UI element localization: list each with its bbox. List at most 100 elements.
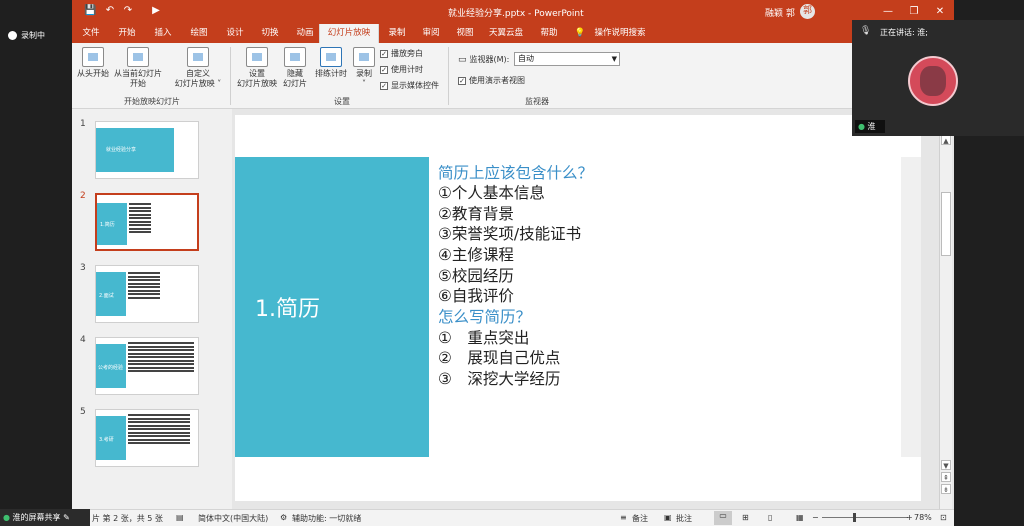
- record-slide-icon: [353, 47, 375, 67]
- tab-review[interactable]: 审阅: [416, 24, 446, 43]
- next-slide-icon[interactable]: ⇟: [941, 484, 951, 494]
- spellcheck-icon[interactable]: ▤: [176, 513, 184, 522]
- document-title: 就业经验分享.pptx - PowerPoint: [448, 9, 584, 19]
- slideshow-view-icon[interactable]: ▦: [796, 513, 804, 522]
- tab-home[interactable]: 开始: [112, 24, 142, 43]
- lightbulb-icon[interactable]: 💡: [572, 24, 588, 43]
- list-item[interactable]: ② 展现自己优点: [438, 348, 560, 369]
- tab-record[interactable]: 录制: [382, 24, 412, 43]
- fit-slide-icon[interactable]: ⊡: [940, 513, 947, 522]
- screen-share-bar[interactable]: ● 淮的屏幕共享 ✎: [0, 509, 90, 526]
- ribbon: 从头开始 从当前幻灯片 开始 自定义 幻灯片放映 ˅ 开始放映幻灯片 设置 幻灯…: [72, 43, 954, 109]
- restore-button[interactable]: ❐: [904, 4, 924, 19]
- slide-thumbnail-1[interactable]: 就业经验分享: [95, 121, 199, 179]
- tab-search[interactable]: 操作说明搜索: [590, 24, 650, 43]
- scroll-up-icon[interactable]: ▲: [941, 135, 951, 145]
- checkbox-checked-icon: ✓: [458, 76, 466, 85]
- from-beginning-button[interactable]: 从头开始: [76, 47, 110, 79]
- list-item[interactable]: ① 重点突出: [438, 328, 529, 349]
- tab-cloud[interactable]: 天翼云盘: [484, 24, 528, 43]
- list-item[interactable]: ⑤校园经历: [438, 266, 514, 287]
- from-current-label-1: 从当前幻灯片: [114, 69, 162, 78]
- zoom-level[interactable]: 78%: [914, 513, 932, 522]
- hide-slide-button[interactable]: 隐藏 幻灯片: [280, 47, 310, 89]
- vertical-scrollbar[interactable]: ▲ ▼ ⇞ ⇟: [939, 134, 952, 509]
- tab-slideshow[interactable]: 幻灯片放映: [319, 24, 379, 43]
- microphone-icon: ●: [3, 513, 10, 522]
- previous-slide-icon[interactable]: ⇞: [941, 472, 951, 482]
- checkbox-checked-icon: ✓: [380, 65, 388, 74]
- from-current-button[interactable]: 从当前幻灯片 开始: [112, 47, 164, 89]
- list-item[interactable]: ②教育背景: [438, 204, 514, 225]
- presenter-view-checkbox[interactable]: ✓ 使用演示者视图: [458, 75, 525, 86]
- pen-icon[interactable]: ✎: [63, 513, 70, 522]
- notes-button[interactable]: 备注: [632, 513, 648, 524]
- close-button[interactable]: ✕: [930, 4, 950, 19]
- scrollbar-thumb[interactable]: [941, 192, 951, 256]
- zoom-in-icon[interactable]: +: [906, 513, 913, 522]
- slide-sorter-icon[interactable]: ⊞: [742, 513, 749, 522]
- slide-thumbnail-4[interactable]: 公考的经验: [95, 337, 199, 395]
- slide-thumbnail-3[interactable]: 2.面试: [95, 265, 199, 323]
- question-1[interactable]: 简历上应该包含什么？: [438, 163, 593, 184]
- rehearse-button[interactable]: 排练计时: [312, 47, 350, 79]
- slide-thumbnail-2[interactable]: 1.简历: [95, 193, 199, 251]
- minimize-button[interactable]: —: [878, 4, 898, 19]
- thumb-number: 1: [80, 119, 86, 129]
- user-name: 融颖 郭: [765, 9, 795, 19]
- record-button[interactable]: 录制 ˅: [350, 47, 378, 89]
- zoom-slider-knob[interactable]: [853, 513, 856, 522]
- redo-icon[interactable]: ↷: [122, 5, 134, 17]
- setup-icon: [246, 47, 268, 67]
- present-icon[interactable]: ▶: [150, 5, 162, 17]
- recording-badge[interactable]: 录制中: [8, 29, 56, 42]
- question-2[interactable]: 怎么写简历？: [438, 307, 531, 328]
- scroll-down-icon[interactable]: ▼: [941, 460, 951, 470]
- tab-help[interactable]: 帮助: [534, 24, 564, 43]
- thumb-title: 2.面试: [99, 293, 114, 299]
- zoom-out-icon[interactable]: −: [812, 513, 819, 522]
- list-item[interactable]: ③ 深挖大学经历: [438, 369, 560, 390]
- tab-file[interactable]: 文件: [76, 24, 106, 43]
- record-icon: [8, 31, 17, 40]
- monitor-label-row: ▭ 监视器(M):: [458, 54, 509, 65]
- tab-transitions[interactable]: 切换: [255, 24, 285, 43]
- list-item[interactable]: ①个人基本信息: [438, 183, 545, 204]
- chevron-down-icon: ▼: [611, 55, 617, 63]
- tab-draw[interactable]: 绘图: [184, 24, 214, 43]
- slide-editor: 1.简历 简历上应该包含什么？ ①个人基本信息 ②教育背景 ③荣誉奖项/技能证书…: [232, 109, 954, 509]
- tab-animations[interactable]: 动画: [290, 24, 320, 43]
- current-slide[interactable]: 1.简历 简历上应该包含什么？ ①个人基本信息 ②教育背景 ③荣誉奖项/技能证书…: [235, 115, 921, 501]
- zoom-slider[interactable]: [822, 517, 908, 518]
- use-timings-checkbox[interactable]: ✓ 使用计时: [380, 64, 423, 75]
- slide-thumbnail-5[interactable]: 3.考研: [95, 409, 199, 467]
- accessibility-status[interactable]: 辅助功能: 一切就绪: [292, 513, 361, 524]
- play-narration-checkbox[interactable]: ✓ 播放旁白: [380, 48, 423, 59]
- list-item[interactable]: ③荣誉奖项/技能证书: [438, 224, 581, 245]
- accessibility-icon: ⚙: [280, 513, 288, 522]
- setup-show-button[interactable]: 设置 幻灯片放映: [234, 47, 280, 89]
- group-setup-label: 设置: [334, 97, 350, 106]
- tab-design[interactable]: 设计: [220, 24, 250, 43]
- reading-view-icon[interactable]: ▯: [768, 513, 772, 522]
- list-item[interactable]: ④主修课程: [438, 245, 514, 266]
- media-controls-checkbox[interactable]: ✓ 显示媒体控件: [380, 80, 439, 91]
- undo-icon[interactable]: ↶: [104, 5, 116, 17]
- hide-label-1: 隐藏: [287, 69, 303, 78]
- comments-button[interactable]: 批注: [676, 513, 692, 524]
- slide-title[interactable]: 1.简历: [255, 291, 320, 323]
- media-controls-label: 显示媒体控件: [391, 81, 439, 90]
- thumb-number: 2: [80, 191, 86, 201]
- notes-icon: ≡: [620, 513, 627, 522]
- language[interactable]: 简体中文(中国大陆): [198, 513, 268, 524]
- tab-view[interactable]: 视图: [450, 24, 480, 43]
- tab-insert[interactable]: 插入: [148, 24, 178, 43]
- list-item[interactable]: ⑥自我评价: [438, 286, 514, 307]
- save-icon[interactable]: 💾: [84, 5, 96, 17]
- user-avatar[interactable]: 郭: [800, 4, 815, 19]
- custom-show-button[interactable]: 自定义 幻灯片放映 ˅: [170, 47, 226, 89]
- monitor-select[interactable]: 自动 ▼: [514, 52, 620, 66]
- checkbox-checked-icon: ✓: [380, 81, 388, 90]
- thumb-number: 3: [80, 263, 86, 273]
- normal-view-icon[interactable]: ▭: [714, 511, 732, 525]
